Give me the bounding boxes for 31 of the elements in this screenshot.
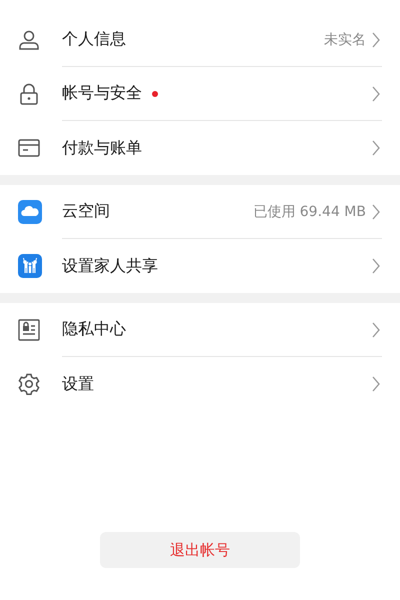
menu-row[interactable]: 设置家人共享	[0, 239, 400, 293]
person-icon	[18, 29, 40, 51]
menu-row[interactable]: 付款与账单	[0, 121, 400, 175]
lock-icon	[18, 83, 40, 105]
row-label: 云空间	[62, 201, 110, 222]
menu-row[interactable]: 个人信息 未实名	[0, 13, 400, 67]
row-label: 设置家人共享	[62, 256, 158, 276]
chevron-icon	[372, 86, 380, 102]
logout-button[interactable]: 退出帐号	[100, 532, 300, 568]
menu-row[interactable]: 云空间 已使用 69.44 MB	[0, 185, 400, 239]
chevron-icon	[372, 376, 380, 392]
chevron-icon	[372, 204, 380, 220]
chevron-icon	[372, 258, 380, 274]
family-icon	[18, 254, 42, 278]
card-icon	[18, 138, 40, 158]
menu-row[interactable]: 设置	[0, 357, 400, 411]
menu-row[interactable]: 隐私中心	[0, 303, 400, 357]
chevron-icon	[372, 322, 380, 338]
chevron-icon	[372, 140, 380, 156]
row-label: 帐号与安全	[62, 83, 142, 104]
row-label: 个人信息	[62, 29, 126, 50]
row-label: 设置	[62, 374, 94, 394]
settings-icon	[18, 373, 40, 395]
row-value: 未实名	[324, 30, 366, 48]
row-label: 隐私中心	[62, 319, 126, 340]
chevron-icon	[372, 32, 380, 48]
row-value: 已使用 69.44 MB	[253, 202, 366, 220]
row-label: 付款与账单	[62, 138, 142, 158]
id-card-icon	[18, 319, 40, 341]
menu-row[interactable]: 帐号与安全	[0, 67, 400, 121]
cloud-icon	[18, 200, 42, 224]
